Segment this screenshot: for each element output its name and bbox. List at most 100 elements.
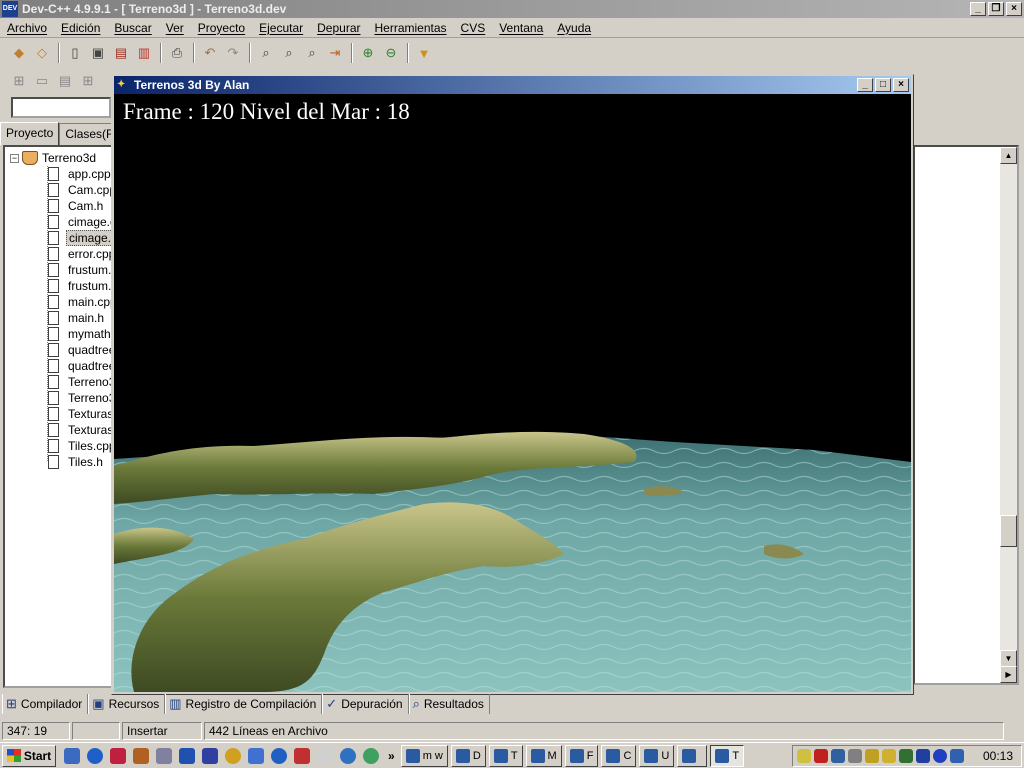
tree-file-item[interactable]: cimage.cp bbox=[47, 214, 111, 230]
undo-icon[interactable]: ↶ bbox=[199, 42, 221, 64]
taskbar-task-button[interactable] bbox=[677, 744, 708, 767]
run-icon[interactable]: ▭ bbox=[31, 70, 53, 92]
volume-icon[interactable] bbox=[797, 749, 811, 763]
taskbar-task-button[interactable]: T bbox=[710, 744, 745, 767]
taskbar-task-button[interactable]: F bbox=[564, 744, 599, 767]
project-tree[interactable]: − Terreno3d app.cpp Cam.cpp Cam.h cimage.cp… bbox=[3, 145, 113, 688]
close-project-icon[interactable]: ◇ bbox=[31, 42, 53, 64]
app-icon[interactable] bbox=[363, 747, 379, 764]
close-file-icon[interactable]: ▥ bbox=[133, 42, 155, 64]
tray-icon[interactable] bbox=[899, 749, 913, 763]
find-next-icon[interactable]: ⌕ bbox=[301, 42, 323, 64]
minimize-button[interactable]: _ bbox=[970, 2, 986, 16]
tray-icon[interactable] bbox=[848, 749, 862, 763]
app-icon[interactable] bbox=[248, 747, 264, 764]
goto-line-icon[interactable]: ⇥ bbox=[324, 42, 346, 64]
show-desktop-icon[interactable] bbox=[64, 747, 80, 764]
project-options-icon[interactable]: ▼ bbox=[413, 42, 435, 64]
menu-archivo[interactable]: Archivo bbox=[0, 21, 54, 35]
menu-cvs[interactable]: CVS bbox=[454, 21, 493, 35]
app-icon[interactable] bbox=[202, 747, 218, 764]
tray-icon[interactable] bbox=[916, 749, 930, 763]
open-project-icon[interactable]: ◆ bbox=[8, 42, 30, 64]
tab-project[interactable]: Proyecto bbox=[0, 122, 60, 145]
tree-file-item[interactable]: Terreno3l bbox=[47, 390, 111, 406]
scroll-right-icon[interactable]: ▶ bbox=[1000, 666, 1017, 683]
tree-file-item[interactable]: frustum.h bbox=[47, 278, 111, 294]
app-icon[interactable] bbox=[294, 747, 310, 764]
tree-file-item[interactable]: frustum.cp bbox=[47, 262, 111, 278]
redo-icon[interactable]: ↷ bbox=[222, 42, 244, 64]
save-all-icon[interactable]: ▤ bbox=[110, 42, 132, 64]
tray-icon[interactable] bbox=[933, 749, 947, 763]
app-icon[interactable] bbox=[271, 747, 287, 764]
restore-button[interactable]: ❐ bbox=[988, 2, 1004, 16]
taskbar-task-button[interactable]: m w bbox=[400, 744, 448, 767]
output-tab[interactable]: ⌕ Resultados bbox=[408, 694, 490, 714]
tray-icon[interactable] bbox=[831, 749, 845, 763]
tree-file-item[interactable]: main.cpp bbox=[47, 294, 111, 310]
menu-herramientas[interactable]: Herramientas bbox=[368, 21, 454, 35]
tray-icon[interactable] bbox=[950, 749, 964, 763]
terrain-render-canvas[interactable]: Frame : 120 Nivel del Mar : 18 bbox=[114, 94, 911, 692]
find-icon[interactable]: ⌕ bbox=[255, 42, 277, 64]
menu-proyecto[interactable]: Proyecto bbox=[191, 21, 252, 35]
tree-file-item[interactable]: error.cpp bbox=[47, 246, 111, 262]
tray-icon[interactable] bbox=[814, 749, 828, 763]
tray-icon[interactable] bbox=[865, 749, 879, 763]
tray-icon[interactable] bbox=[882, 749, 896, 763]
collapse-icon[interactable]: − bbox=[10, 153, 19, 163]
tree-file-item[interactable]: quadtree. bbox=[47, 342, 111, 358]
menu-buscar[interactable]: Buscar bbox=[107, 21, 158, 35]
app-icon[interactable] bbox=[110, 747, 126, 764]
terrain-window[interactable]: ✦ Terrenos 3d By Alan _ □ × Frame: 120 … bbox=[111, 74, 914, 695]
save-icon[interactable]: ▣ bbox=[87, 42, 109, 64]
tree-file-item[interactable]: main.h bbox=[47, 310, 106, 326]
print-icon[interactable]: ⎙ bbox=[166, 42, 188, 64]
output-tab[interactable]: ▣ Recursos bbox=[88, 694, 166, 714]
terrain-window-titlebar[interactable]: ✦ Terrenos 3d By Alan _ □ × bbox=[114, 76, 911, 94]
remove-from-project-icon[interactable]: ⊖ bbox=[380, 42, 402, 64]
terrain-close-button[interactable]: × bbox=[893, 78, 909, 92]
tree-file-item[interactable]: Texturas. bbox=[47, 422, 111, 438]
clock[interactable]: 00:13 bbox=[983, 749, 1013, 763]
tree-file-item[interactable]: Tiles.cpp bbox=[47, 438, 111, 454]
app-icon[interactable] bbox=[340, 747, 356, 764]
app-icon[interactable] bbox=[317, 747, 333, 764]
tree-file-item[interactable]: app.cpp bbox=[47, 166, 111, 182]
app-icon[interactable] bbox=[179, 747, 195, 764]
terrain-maximize-button[interactable]: □ bbox=[875, 78, 891, 92]
app-icon[interactable] bbox=[225, 747, 241, 764]
output-tab[interactable]: ▥ Registro de Compilación bbox=[165, 694, 323, 714]
code-editor[interactable]: ▲ ▼ ▶ bbox=[913, 145, 1019, 685]
tree-root-item[interactable]: − Terreno3d bbox=[10, 150, 96, 166]
devcpp-app-icon[interactable]: DEV bbox=[2, 1, 18, 17]
scroll-thumb[interactable] bbox=[1000, 515, 1017, 547]
add-to-project-icon[interactable]: ⊕ bbox=[357, 42, 379, 64]
taskbar-task-button[interactable]: D bbox=[450, 744, 486, 767]
scroll-up-icon[interactable]: ▲ bbox=[1000, 147, 1017, 164]
menu-ayuda[interactable]: Ayuda bbox=[550, 21, 598, 35]
class-search-input[interactable] bbox=[11, 97, 111, 118]
vertical-scrollbar[interactable]: ▲ ▼ bbox=[1000, 147, 1017, 667]
tree-file-item[interactable]: Texturas. bbox=[47, 406, 111, 422]
terrain-minimize-button[interactable]: _ bbox=[857, 78, 873, 92]
tree-file-item[interactable]: cimage.h bbox=[47, 230, 111, 246]
tree-file-item[interactable]: Cam.h bbox=[47, 198, 105, 214]
taskbar-task-button[interactable]: C bbox=[601, 744, 637, 767]
compile-icon[interactable]: ⊞ bbox=[8, 70, 30, 92]
tree-file-item[interactable]: Terreno3l bbox=[47, 374, 111, 390]
menu-ejecutar[interactable]: Ejecutar bbox=[252, 21, 310, 35]
taskbar-task-button[interactable]: M bbox=[525, 744, 562, 767]
tree-file-item[interactable]: Cam.cpp bbox=[47, 182, 111, 198]
new-file-icon[interactable]: ▯ bbox=[64, 42, 86, 64]
menu-edicion[interactable]: Edición bbox=[54, 21, 107, 35]
output-tab[interactable]: ⊞ Compilador bbox=[2, 694, 89, 714]
tree-file-item[interactable]: mymath.h bbox=[47, 326, 111, 342]
close-button[interactable]: × bbox=[1006, 2, 1022, 16]
taskbar-task-button[interactable]: U bbox=[639, 744, 675, 767]
scroll-down-icon[interactable]: ▼ bbox=[1000, 650, 1017, 667]
tree-file-item[interactable]: quadtree. bbox=[47, 358, 111, 374]
menu-ventana[interactable]: Ventana bbox=[492, 21, 550, 35]
main-titlebar[interactable]: DEV Dev-C++ 4.9.9.1 - [ Terreno3d ] - Te… bbox=[0, 0, 1024, 18]
